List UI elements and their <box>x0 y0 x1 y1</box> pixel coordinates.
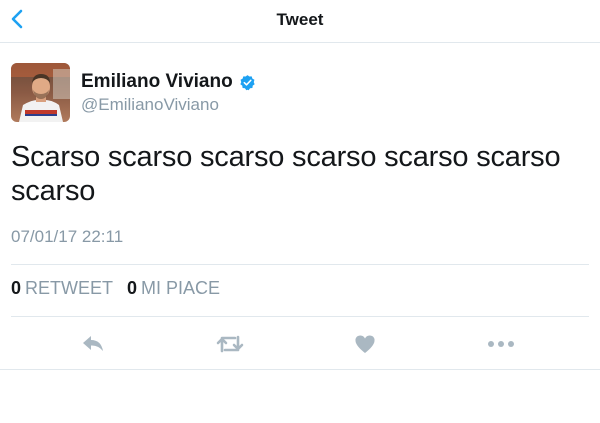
avatar[interactable] <box>11 62 70 122</box>
retweets-stat[interactable]: 0 RETWEET <box>11 278 113 299</box>
divider <box>11 316 589 317</box>
likes-count: 0 <box>127 278 138 298</box>
likes-stat[interactable]: 0 MI PIACE <box>127 278 220 299</box>
heart-icon <box>355 335 375 353</box>
tweet-text: Scarso scarso scarso scarso scarso scars… <box>11 141 561 207</box>
nav-bar: Tweet <box>0 0 600 43</box>
retweet-button[interactable] <box>214 330 246 358</box>
nav-title: Tweet <box>276 10 324 29</box>
more-icon <box>488 341 514 347</box>
display-name[interactable]: Emiliano Viviano <box>81 71 233 93</box>
user-handle[interactable]: @EmilianoViviano <box>81 95 256 115</box>
retweets-label: RETWEET <box>25 278 114 298</box>
divider <box>0 369 600 370</box>
likes-label: MI PIACE <box>141 278 221 298</box>
name-row: Emiliano Viviano <box>81 69 256 95</box>
tweet-stats: 0 RETWEET 0 MI PIACE <box>11 278 234 299</box>
reply-icon <box>83 336 103 351</box>
retweet-icon <box>216 335 244 353</box>
retweets-count: 0 <box>11 278 22 298</box>
divider <box>11 264 589 265</box>
author-names: Emiliano Viviano @EmilianoViviano <box>81 69 256 115</box>
tweet-author: Emiliano Viviano @EmilianoViviano <box>11 62 256 122</box>
tweet-actions <box>0 330 600 358</box>
like-button[interactable] <box>349 330 381 358</box>
avatar-image <box>11 62 70 122</box>
tweet-timestamp: 07/01/17 22:11 <box>11 227 124 246</box>
more-button[interactable] <box>485 330 517 358</box>
verified-badge-icon <box>240 74 255 90</box>
reply-button[interactable] <box>77 330 109 358</box>
